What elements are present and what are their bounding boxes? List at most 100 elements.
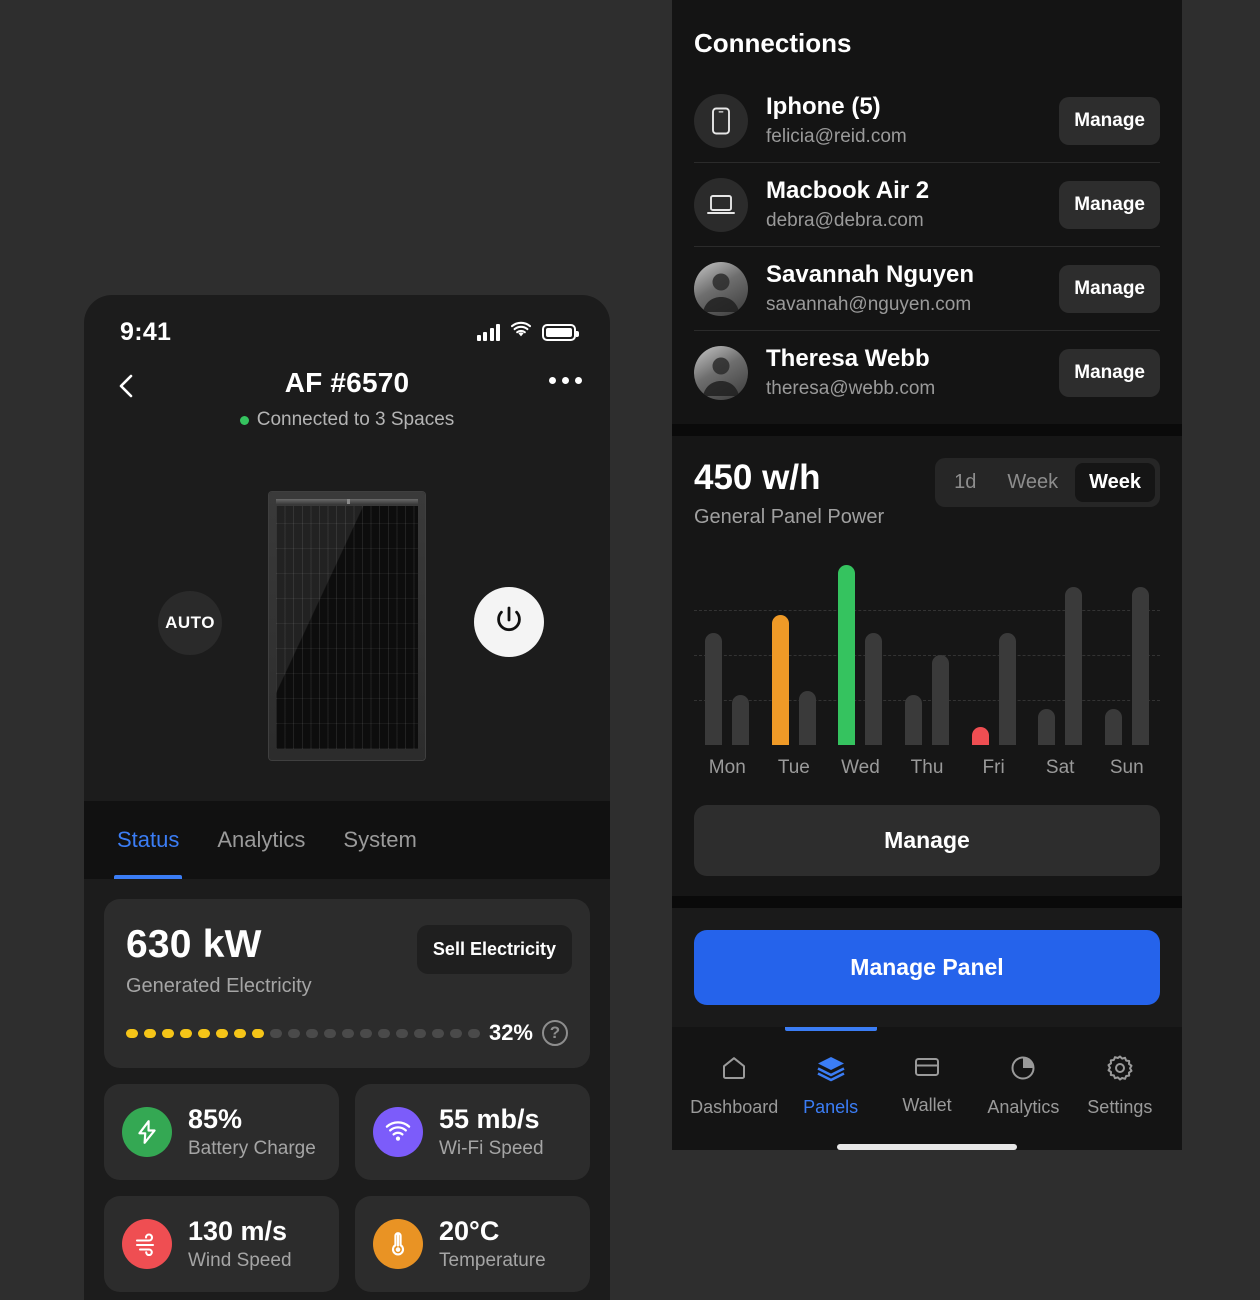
progress-segment — [288, 1028, 300, 1038]
stat-cards-grid: 85% Battery Charge 55 mb/s Wi-Fi Speed 1… — [104, 1084, 590, 1292]
auto-mode-button[interactable]: AUTO — [158, 591, 222, 655]
connection-status: Connected to 3 Spaces — [114, 409, 580, 431]
range-option-week-selected[interactable]: Week — [1075, 463, 1155, 502]
chart-bar — [998, 633, 1016, 745]
chart-day-group — [894, 565, 961, 745]
lightning-bolt-icon — [122, 1107, 172, 1157]
chart-bar — [865, 633, 883, 745]
chart-x-label: Thu — [910, 757, 944, 778]
stat-card-wind: 130 m/s Wind Speed — [104, 1196, 339, 1292]
wifi-icon — [509, 321, 533, 344]
progress-segment — [216, 1028, 228, 1038]
stat-value: 20°C — [439, 1216, 500, 1246]
bottom-tab-bar: Dashboard Panels Wallet Analytics Settings — [672, 1027, 1182, 1150]
progress-segment — [252, 1028, 264, 1038]
connection-text: Theresa Webb theresa@webb.com — [766, 345, 1041, 400]
home-indicator — [837, 1144, 1017, 1150]
stat-label: Temperature — [439, 1250, 546, 1271]
layers-icon — [815, 1053, 847, 1088]
manage-connection-button[interactable]: Manage — [1059, 348, 1160, 397]
chevron-left-icon[interactable] — [112, 371, 142, 401]
status-bar-time: 9:41 — [120, 317, 172, 346]
power-icon — [492, 603, 526, 642]
gear-icon — [1105, 1053, 1135, 1088]
connection-name: Savannah Nguyen — [766, 261, 975, 288]
connection-row: Theresa Webb theresa@webb.com Manage — [694, 331, 1160, 414]
wind-icon — [122, 1219, 172, 1269]
cellular-bars-icon — [476, 323, 500, 341]
wifi-icon — [373, 1107, 423, 1157]
chart-bar — [732, 694, 750, 745]
tabbar-item-dashboard[interactable]: Dashboard — [686, 1043, 782, 1118]
connection-name: Macbook Air 2 — [766, 177, 930, 204]
tab-system[interactable]: System — [340, 801, 419, 879]
laptop-icon — [694, 177, 748, 232]
manage-connection-button[interactable]: Manage — [1059, 96, 1160, 145]
chart-x-label: Fri — [982, 757, 1005, 778]
connections-section: Connections Iphone (5) felicia@reid.com Ma… — [672, 0, 1182, 424]
screenshot-stage: 9:41 AF #6570 Connected to 3 Spaces AUTO… — [0, 0, 1260, 1300]
progress-segment — [180, 1028, 192, 1038]
sell-electricity-button[interactable]: Sell Electricity — [416, 925, 572, 974]
chart-bar — [932, 655, 950, 745]
status-bar-icons — [476, 321, 579, 344]
chart-bar — [771, 615, 789, 745]
page-title: AF #6570 — [284, 367, 410, 398]
solar-panel-frame-top — [276, 499, 418, 504]
progress-percent: 32% — [488, 1020, 533, 1045]
progress-segment — [306, 1028, 318, 1038]
progress-segment — [126, 1028, 138, 1038]
section-divider-2 — [672, 896, 1182, 908]
connection-name: Iphone (5) — [766, 93, 881, 120]
chart-x-label: Sat — [1045, 757, 1075, 778]
phone-nav-header: AF #6570 Connected to 3 Spaces — [84, 359, 610, 451]
stat-card-battery: 85% Battery Charge — [104, 1084, 339, 1180]
panel-visual-area: AUTO — [84, 451, 610, 801]
tabbar-item-settings[interactable]: Settings — [1072, 1043, 1168, 1118]
chart-bar — [905, 694, 923, 745]
tabbar-label: Wallet — [902, 1095, 952, 1115]
power-toggle-button[interactable] — [474, 587, 544, 657]
progress-segment — [432, 1028, 444, 1038]
panels-phone: Connections Iphone (5) felicia@reid.com Ma… — [672, 0, 1182, 1150]
stat-value: 85% — [188, 1104, 243, 1134]
chart-x-axis-labels: Mon Tue Wed Thu Fri Sat Sun — [694, 757, 1160, 779]
battery-full-icon — [542, 323, 579, 341]
tabbar-label: Settings — [1087, 1097, 1153, 1117]
chart-bar — [1104, 709, 1122, 745]
connections-list: Iphone (5) felicia@reid.com Manage Macbook … — [694, 79, 1160, 414]
auto-mode-label: AUTO — [165, 613, 215, 632]
progress-segment — [450, 1028, 462, 1038]
connection-row: Savannah Nguyen savannah@nguyen.com Manage — [694, 247, 1160, 331]
user-photo — [694, 261, 748, 316]
tabbar-item-analytics[interactable]: Analytics — [975, 1043, 1071, 1118]
more-horizontal-icon[interactable] — [549, 377, 582, 384]
progress-segment — [324, 1028, 336, 1038]
tabbar-item-wallet[interactable]: Wallet — [879, 1043, 975, 1118]
range-option-week[interactable]: Week — [993, 463, 1072, 502]
progress-segment — [144, 1028, 156, 1038]
manage-connection-button[interactable]: Manage — [1059, 264, 1160, 313]
question-circle-icon[interactable]: ? — [542, 1020, 568, 1046]
connection-status-label: Connected to 3 Spaces — [256, 409, 455, 430]
manage-connection-button[interactable]: Manage — [1059, 180, 1160, 229]
chart-bar — [971, 727, 989, 745]
progress-segment — [162, 1028, 174, 1038]
home-icon — [719, 1053, 749, 1088]
connections-title: Connections — [694, 28, 852, 58]
tabbar-item-panels[interactable]: Panels — [782, 1043, 878, 1118]
chart-day-group — [1027, 565, 1094, 745]
panel-power-value: 450 w/h — [694, 458, 821, 497]
solar-panel-cells — [276, 506, 418, 749]
manage-power-button[interactable]: Manage — [694, 805, 1160, 876]
connection-email: savannah@nguyen.com — [766, 294, 972, 315]
stat-card-temperature: 20°C Temperature — [355, 1196, 590, 1292]
tab-status[interactable]: Status — [114, 801, 183, 879]
chart-x-label: Wed — [841, 757, 880, 778]
user-photo — [694, 345, 748, 400]
progress-segment — [234, 1028, 246, 1038]
generation-progress: 32% ? — [126, 1020, 568, 1046]
manage-panel-button[interactable]: Manage Panel — [694, 930, 1160, 1005]
range-option-1d[interactable]: 1d — [940, 463, 990, 502]
tab-analytics[interactable]: Analytics — [214, 801, 308, 879]
